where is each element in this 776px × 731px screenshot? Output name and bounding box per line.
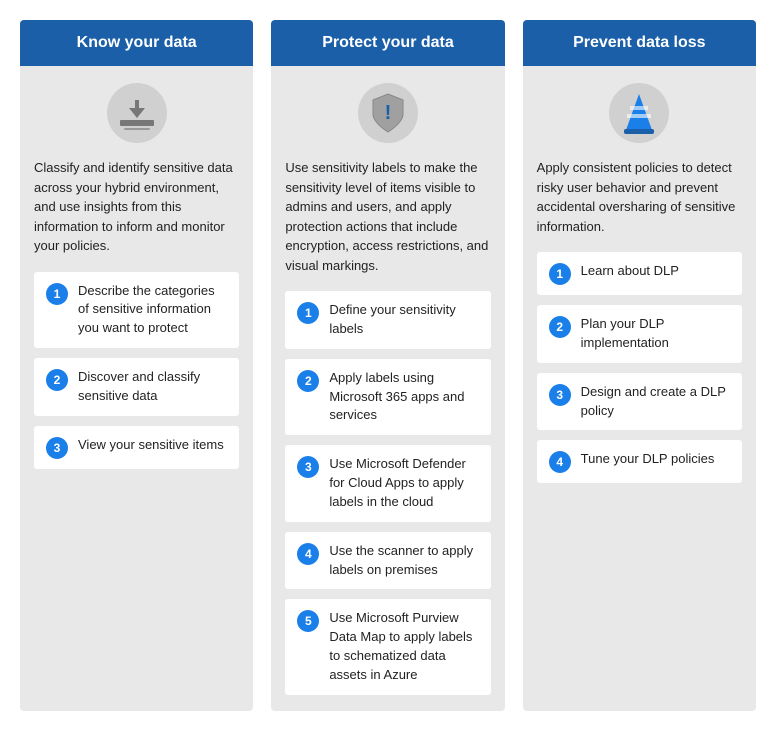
know-your-data-step-2[interactable]: 2 Discover and classify sensitive data bbox=[34, 358, 239, 416]
protect-your-data-step-2-number: 2 bbox=[297, 370, 319, 392]
know-your-data-intro: Classify and identify sensitive data acr… bbox=[34, 158, 239, 256]
know-your-data-header: Know your data bbox=[20, 20, 253, 66]
svg-text:!: ! bbox=[385, 102, 392, 124]
protect-your-data-step-4-text: Use the scanner to apply labels on premi… bbox=[329, 542, 478, 580]
protect-your-data-step-1[interactable]: 1 Define your sensitivity labels bbox=[285, 291, 490, 349]
protect-your-data-step-4-number: 4 bbox=[297, 543, 319, 565]
protect-your-data-intro: Use sensitivity labels to make the sensi… bbox=[285, 158, 490, 275]
column-protect-your-data: Protect your data ! Use sensitivity labe… bbox=[271, 20, 504, 711]
prevent-data-loss-step-3[interactable]: 3 Design and create a DLP policy bbox=[537, 373, 742, 431]
know-your-data-step-1-text: Describe the categories of sensitive inf… bbox=[78, 282, 227, 339]
protect-your-data-step-2[interactable]: 2 Apply labels using Microsoft 365 apps a… bbox=[285, 359, 490, 436]
prevent-data-loss-body: Apply consistent policies to detect risk… bbox=[523, 66, 756, 711]
know-your-data-step-2-text: Discover and classify sensitive data bbox=[78, 368, 227, 406]
know-your-data-step-1-number: 1 bbox=[46, 283, 68, 305]
protect-your-data-step-5[interactable]: 5 Use Microsoft Purview Data Map to apply… bbox=[285, 599, 490, 694]
protect-your-data-step-5-text: Use Microsoft Purview Data Map to apply … bbox=[329, 609, 478, 684]
protect-your-data-icon: ! bbox=[285, 82, 490, 144]
prevent-data-loss-step-2-text: Plan your DLP implementation bbox=[581, 315, 730, 353]
protect-your-data-header: Protect your data bbox=[271, 20, 504, 66]
prevent-data-loss-step-4-text: Tune your DLP policies bbox=[581, 450, 715, 469]
know-your-data-step-2-number: 2 bbox=[46, 369, 68, 391]
prevent-data-loss-header: Prevent data loss bbox=[523, 20, 756, 66]
protect-your-data-step-3[interactable]: 3 Use Microsoft Defender for Cloud Apps t… bbox=[285, 445, 490, 522]
protect-your-data-step-1-number: 1 bbox=[297, 302, 319, 324]
protect-your-data-step-1-text: Define your sensitivity labels bbox=[329, 301, 478, 339]
protect-your-data-step-3-text: Use Microsoft Defender for Cloud Apps to… bbox=[329, 455, 478, 512]
prevent-data-loss-step-3-number: 3 bbox=[549, 384, 571, 406]
know-your-data-step-3-text: View your sensitive items bbox=[78, 436, 224, 455]
prevent-data-loss-step-3-text: Design and create a DLP policy bbox=[581, 383, 730, 421]
prevent-data-loss-step-4[interactable]: 4 Tune your DLP policies bbox=[537, 440, 742, 483]
know-your-data-step-1[interactable]: 1 Describe the categories of sensitive in… bbox=[34, 272, 239, 349]
protect-your-data-step-4[interactable]: 4 Use the scanner to apply labels on prem… bbox=[285, 532, 490, 590]
prevent-data-loss-icon bbox=[537, 82, 742, 144]
prevent-data-loss-step-2-number: 2 bbox=[549, 316, 571, 338]
prevent-data-loss-step-2[interactable]: 2 Plan your DLP implementation bbox=[537, 305, 742, 363]
prevent-data-loss-intro: Apply consistent policies to detect risk… bbox=[537, 158, 742, 236]
protect-your-data-step-2-text: Apply labels using Microsoft 365 apps an… bbox=[329, 369, 478, 426]
know-your-data-body: Classify and identify sensitive data acr… bbox=[20, 66, 253, 711]
prevent-data-loss-step-1-text: Learn about DLP bbox=[581, 262, 679, 281]
know-your-data-icon bbox=[34, 82, 239, 144]
know-your-data-step-3[interactable]: 3 View your sensitive items bbox=[34, 426, 239, 469]
protect-your-data-body: ! Use sensitivity labels to make the sen… bbox=[271, 66, 504, 711]
protect-your-data-step-5-number: 5 bbox=[297, 610, 319, 632]
main-columns: Know your data Classify and identify sen… bbox=[20, 20, 756, 711]
prevent-data-loss-step-4-number: 4 bbox=[549, 451, 571, 473]
prevent-data-loss-step-1[interactable]: 1 Learn about DLP bbox=[537, 252, 742, 295]
protect-your-data-step-3-number: 3 bbox=[297, 456, 319, 478]
prevent-data-loss-step-1-number: 1 bbox=[549, 263, 571, 285]
know-your-data-step-3-number: 3 bbox=[46, 437, 68, 459]
column-prevent-data-loss: Prevent data loss Apply consistent polic… bbox=[523, 20, 756, 711]
column-know-your-data: Know your data Classify and identify sen… bbox=[20, 20, 253, 711]
